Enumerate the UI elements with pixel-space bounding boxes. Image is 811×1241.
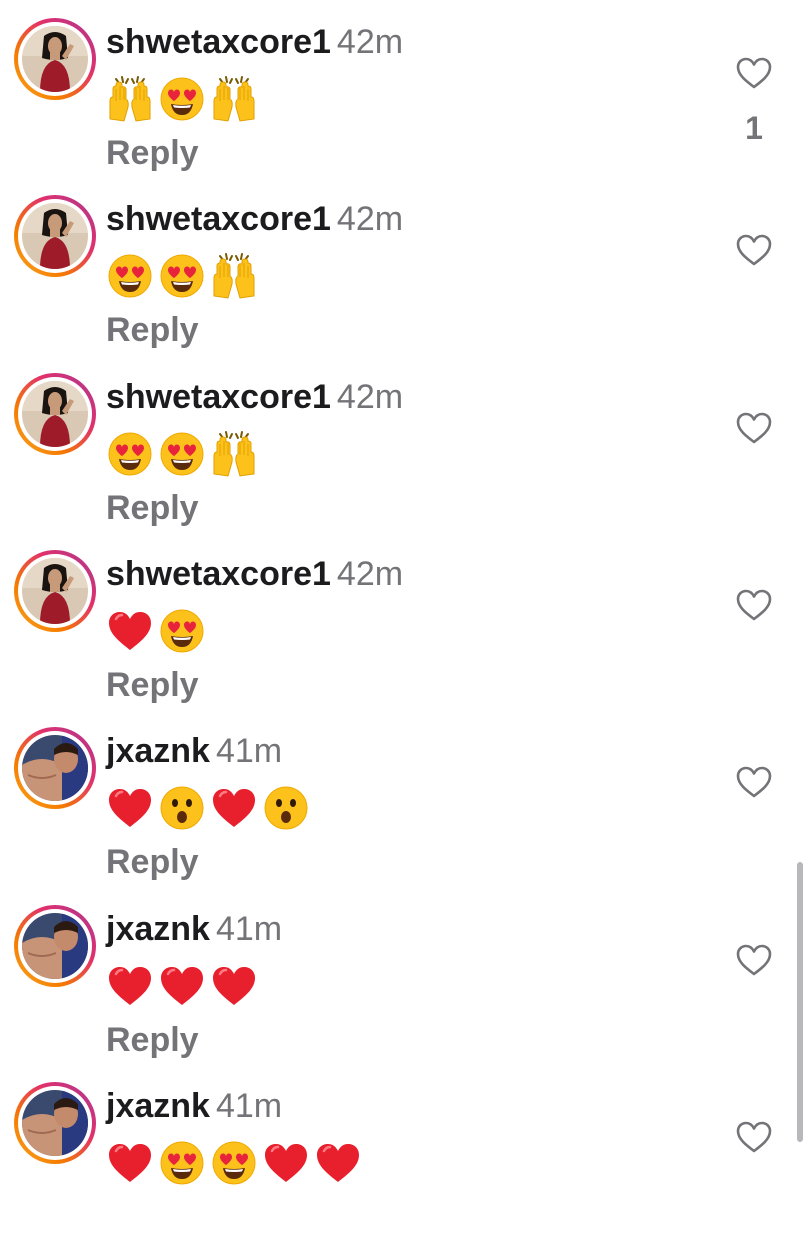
comment-header: shwetaxcore1 42m [106,22,403,62]
comment-list[interactable]: shwetaxcore1 42m Reply 1 shwetaxcore1 42… [0,0,811,1200]
red-heart-emoji [265,1144,307,1182]
avatar[interactable] [14,550,96,632]
heart-eyes-emoji [160,1141,204,1185]
comment-text [106,607,206,655]
comment-header: jxaznk 41m [106,909,282,949]
username-link[interactable]: shwetaxcore1 [106,378,331,416]
username-link[interactable]: jxaznk [106,732,210,770]
timestamp: 42m [336,378,404,416]
red-heart-emoji [109,967,151,1005]
scrollbar[interactable] [797,862,803,1142]
avatar[interactable] [14,195,96,277]
reply-button[interactable]: Reply [106,310,199,350]
username-link[interactable]: jxaznk [106,1087,210,1125]
comment-header: shwetaxcore1 42m [106,377,403,417]
reply-button[interactable]: Reply [106,842,199,882]
heart-eyes-emoji [160,609,204,653]
heart-eyes-emoji [108,254,152,298]
comment-header: shwetaxcore1 42m [106,199,403,239]
timestamp: 41m [215,910,283,948]
comment-row: jxaznk 41m Reply [0,887,811,1064]
username-link[interactable]: jxaznk [106,910,210,948]
reply-button[interactable]: Reply [106,665,199,705]
heart-eyes-emoji [108,432,152,476]
comment-text [106,962,258,1010]
red-heart-emoji [213,789,255,827]
comment-row: shwetaxcore1 42m Reply 1 [0,0,811,177]
comment-text [106,252,258,300]
timestamp: 42m [336,200,404,238]
raised-hands-emoji [213,76,255,122]
comment-row: shwetaxcore1 42m Reply [0,355,811,532]
comment-row: jxaznk 41m [0,1064,811,1241]
heart-eyes-emoji [160,77,204,121]
heart-outline-icon[interactable] [735,588,773,622]
avatar[interactable] [14,1082,96,1164]
comment-header: jxaznk 41m [106,1086,282,1126]
username-link[interactable]: shwetaxcore1 [106,555,331,593]
comment-row: jxaznk 41m Reply [0,709,811,886]
timestamp: 41m [215,732,283,770]
comment-text [106,784,310,832]
heart-eyes-emoji [212,1141,256,1185]
red-heart-emoji [109,612,151,650]
red-heart-emoji [317,1144,359,1182]
username-link[interactable]: shwetaxcore1 [106,200,331,238]
comment-row: shwetaxcore1 42m Reply [0,177,811,354]
comment-text [106,1139,362,1187]
reply-button[interactable]: Reply [106,1020,199,1060]
surprised-face-emoji [264,786,308,830]
avatar[interactable] [14,373,96,455]
heart-eyes-emoji [160,254,204,298]
heart-outline-icon[interactable] [735,765,773,799]
like-count[interactable]: 1 [735,108,773,148]
heart-outline-icon[interactable] [735,943,773,977]
comment-header: shwetaxcore1 42m [106,554,403,594]
comment-header: jxaznk 41m [106,731,282,771]
heart-outline-icon[interactable] [735,1120,773,1154]
username-link[interactable]: shwetaxcore1 [106,23,331,61]
avatar[interactable] [14,905,96,987]
raised-hands-emoji [109,76,151,122]
comment-row: shwetaxcore1 42m Reply [0,532,811,709]
avatar[interactable] [14,727,96,809]
raised-hands-emoji [213,253,255,299]
heart-eyes-emoji [160,432,204,476]
reply-button[interactable]: Reply [106,488,199,528]
avatar[interactable] [14,18,96,100]
heart-outline-icon[interactable] [735,56,773,90]
timestamp: 42m [336,23,404,61]
comment-text [106,430,258,478]
heart-outline-icon[interactable] [735,233,773,267]
surprised-face-emoji [160,786,204,830]
comment-text [106,75,258,123]
timestamp: 42m [336,555,404,593]
red-heart-emoji [161,967,203,1005]
raised-hands-emoji [213,431,255,477]
heart-outline-icon[interactable] [735,411,773,445]
red-heart-emoji [109,789,151,827]
timestamp: 41m [215,1087,283,1125]
red-heart-emoji [109,1144,151,1182]
red-heart-emoji [213,967,255,1005]
reply-button[interactable]: Reply [106,133,199,173]
